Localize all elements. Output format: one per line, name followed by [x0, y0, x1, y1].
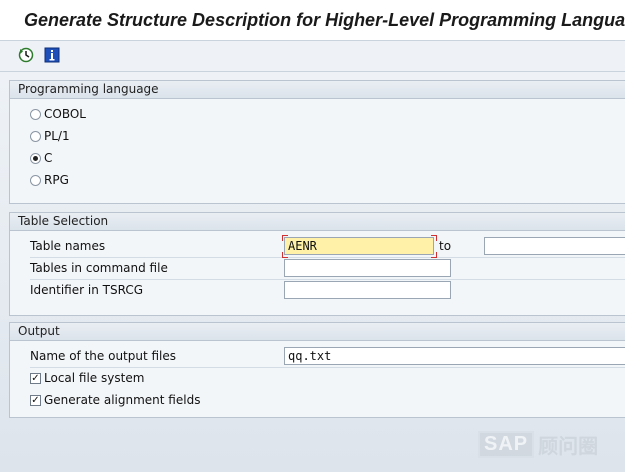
alignment-fields-label: Generate alignment fields [44, 393, 201, 407]
radio-label-rpg: RPG [44, 173, 69, 187]
local-file-system-checkbox[interactable]: ✓ Local file system [30, 367, 144, 389]
radio-label-c: C [44, 151, 53, 165]
radio-rpg[interactable]: RPG [30, 169, 69, 191]
group-header-table-selection: Table Selection [10, 213, 625, 231]
radio-button[interactable] [30, 108, 41, 120]
checkbox-checked[interactable]: ✓ [30, 394, 41, 406]
page-title: Generate Structure Description for Highe… [24, 10, 625, 30]
execute-button[interactable] [18, 47, 34, 63]
table-names-from-input[interactable]: AENR [284, 237, 434, 255]
output-files-row: Name of the output files qq.txt [30, 345, 625, 368]
radio-button-selected[interactable] [30, 152, 41, 164]
required-mark [431, 235, 437, 241]
local-file-system-label: Local file system [44, 371, 145, 385]
execute-clock-icon [18, 47, 34, 63]
to-label: to [439, 239, 452, 253]
watermark-text: 顾问圈 [538, 434, 599, 458]
tables-in-command-file-input[interactable] [284, 259, 451, 277]
radio-label-pl1: PL/1 [44, 129, 70, 143]
radio-pl1[interactable]: PL/1 [30, 125, 70, 147]
output-group: Output Name of the output files qq.txt ✓… [9, 322, 625, 418]
application-toolbar [0, 41, 625, 72]
information-button[interactable] [44, 47, 60, 63]
group-header-programming-language: Programming language [10, 81, 625, 99]
watermark-brand: SAP [478, 431, 535, 458]
checkbox-checked[interactable]: ✓ [30, 372, 41, 384]
info-icon [44, 47, 60, 63]
identifier-label: Identifier in TSRCG [30, 283, 143, 297]
radio-cobol[interactable]: COBOL [30, 103, 86, 125]
output-files-input[interactable]: qq.txt [284, 347, 625, 365]
watermark: SAP 顾问圈 [478, 430, 598, 459]
radio-button[interactable] [30, 174, 41, 186]
group-header-output: Output [10, 323, 625, 341]
table-selection-group: Table Selection Table names AENR to Tabl… [9, 212, 625, 316]
tables-in-command-file-label: Tables in command file [30, 261, 168, 275]
identifier-row: Identifier in TSRCG [30, 279, 625, 301]
tables-in-command-file-row: Tables in command file [30, 257, 625, 280]
programming-language-group: Programming language COBOL PL/1 C RPG [9, 80, 625, 204]
title-bar: Generate Structure Description for Highe… [0, 0, 625, 41]
radio-c[interactable]: C [30, 147, 52, 169]
radio-label-cobol: COBOL [44, 107, 86, 121]
table-names-to-input[interactable] [484, 237, 625, 255]
output-files-label: Name of the output files [30, 349, 177, 363]
alignment-fields-checkbox[interactable]: ✓ Generate alignment fields [30, 389, 200, 411]
table-names-row: Table names AENR to [30, 235, 625, 258]
identifier-input[interactable] [284, 281, 451, 299]
required-mark [282, 235, 288, 241]
table-names-label: Table names [30, 239, 106, 253]
radio-button[interactable] [30, 130, 41, 142]
